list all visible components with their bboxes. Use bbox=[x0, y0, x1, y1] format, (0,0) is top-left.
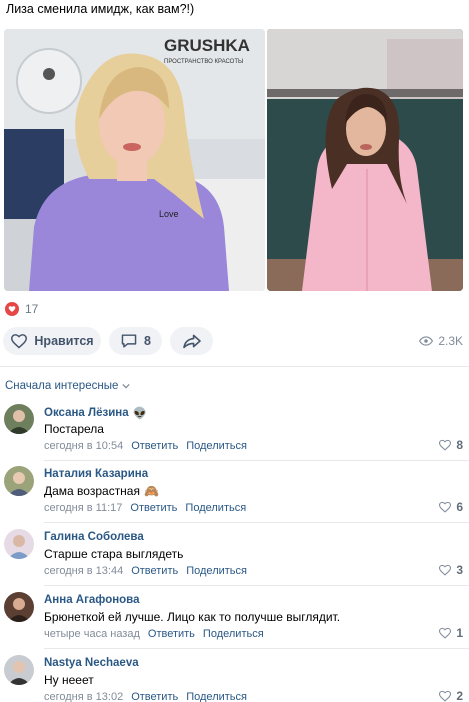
avatar[interactable] bbox=[4, 466, 34, 496]
monkey-emoji-icon: 🙈 bbox=[143, 484, 159, 498]
views-count: 2.3K bbox=[438, 334, 463, 348]
avatar[interactable] bbox=[4, 592, 34, 622]
alien-badge-icon: 👽 bbox=[132, 408, 147, 420]
post-text: Лиза сменила имидж, как вам?!) bbox=[6, 2, 195, 16]
reply-link[interactable]: Ответить bbox=[131, 565, 178, 577]
comment-item: Оксана Лёзина 👽 Постарела сегодня в 10:54… bbox=[0, 404, 469, 466]
comment-item: Галина Соболева Старше стара выглядеть с… bbox=[0, 529, 469, 591]
wall-sign: GRUSHKA bbox=[164, 36, 250, 55]
comment-like-button[interactable]: 6 bbox=[438, 500, 463, 514]
comment-like-count: 3 bbox=[456, 563, 463, 577]
wall-sign-sub: ПРОСТРАНСТВО КРАСОТЫ bbox=[164, 59, 243, 65]
comment-text: Дама возрастная 🙈 bbox=[44, 484, 159, 498]
comment-text: Ну нееет bbox=[44, 673, 94, 687]
reply-link[interactable]: Ответить bbox=[131, 691, 178, 702]
comment-text: Брюнеткой ей лучше. Лицо как то получше … bbox=[44, 610, 341, 624]
comment-meta: сегодня в 11:17 Ответить Поделиться bbox=[44, 502, 246, 514]
reactions-summary[interactable]: 17 bbox=[5, 302, 38, 316]
comments-sort-label: Сначала интересные bbox=[5, 380, 119, 392]
tshirt-print: Love bbox=[159, 209, 179, 219]
comment-author[interactable]: Nastya Nechaeva bbox=[44, 657, 139, 669]
share-button[interactable] bbox=[170, 327, 213, 355]
comment-like-count: 6 bbox=[456, 500, 463, 514]
share-link[interactable]: Поделиться bbox=[186, 691, 247, 702]
comment-author[interactable]: Наталия Казарина bbox=[44, 468, 148, 480]
comment-text: Постарела bbox=[44, 422, 104, 436]
post-photo-left[interactable]: Love GRUSHKA ПРОСТРАНСТВО КРАСОТЫ bbox=[4, 29, 265, 291]
share-link[interactable]: Поделиться bbox=[186, 565, 247, 577]
share-arrow-icon bbox=[182, 334, 201, 349]
comment-author[interactable]: Анна Агафонова bbox=[44, 594, 140, 606]
avatar[interactable] bbox=[4, 529, 34, 559]
comment-icon bbox=[121, 334, 137, 348]
heart-outline-icon bbox=[439, 690, 452, 702]
comment-author[interactable]: Оксана Лёзина 👽 bbox=[44, 406, 147, 420]
comment-like-button[interactable]: 2 bbox=[438, 689, 463, 702]
comment-item: Анна Агафонова Брюнеткой ей лучше. Лицо … bbox=[0, 592, 469, 654]
comment-like-button[interactable]: 1 bbox=[438, 626, 463, 640]
share-link[interactable]: Поделиться bbox=[203, 628, 264, 640]
divider bbox=[44, 648, 469, 649]
divider bbox=[44, 522, 469, 523]
photo-brunette-woman-pink-tracksuit bbox=[267, 29, 463, 291]
reply-link[interactable]: Ответить bbox=[131, 440, 178, 452]
divider bbox=[44, 460, 469, 461]
comment-item: Наталия Казарина Дама возрастная 🙈 сегодн… bbox=[0, 466, 469, 528]
reply-link[interactable]: Ответить bbox=[130, 502, 177, 514]
comment-meta: сегодня в 13:02 Ответить Поделиться bbox=[44, 691, 247, 702]
chevron-down-icon bbox=[122, 383, 130, 389]
comment-text: Старше стара выглядеть bbox=[44, 547, 184, 561]
photo-blonde-woman-purple-tshirt: Love GRUSHKA ПРОСТРАНСТВО КРАСОТЫ bbox=[4, 29, 265, 291]
comment-meta: сегодня в 10:54 Ответить Поделиться bbox=[44, 440, 247, 452]
share-link[interactable]: Поделиться bbox=[186, 440, 247, 452]
heart-outline-icon bbox=[439, 627, 452, 639]
comments-sort-dropdown[interactable]: Сначала интересные bbox=[5, 380, 130, 392]
avatar[interactable] bbox=[4, 404, 34, 434]
comment-item: Nastya Nechaeva Ну нееет сегодня в 13:02… bbox=[0, 655, 469, 702]
heart-outline-icon bbox=[439, 501, 452, 513]
comment-time[interactable]: сегодня в 10:54 bbox=[44, 440, 123, 452]
reactions-count: 17 bbox=[25, 302, 39, 316]
comment-time[interactable]: сегодня в 11:17 bbox=[44, 502, 122, 514]
comment-like-button[interactable]: 8 bbox=[438, 438, 463, 452]
comment-author[interactable]: Галина Соболева bbox=[44, 531, 144, 543]
post-photo-right[interactable] bbox=[267, 29, 463, 291]
eye-icon bbox=[419, 336, 434, 346]
reply-link[interactable]: Ответить bbox=[148, 628, 195, 640]
comment-like-button[interactable]: 3 bbox=[438, 563, 463, 577]
heart-outline-icon bbox=[439, 564, 452, 576]
comment-time[interactable]: сегодня в 13:02 bbox=[44, 691, 123, 702]
comment-time[interactable]: сегодня в 13:44 bbox=[44, 565, 123, 577]
comment-time[interactable]: четыре часа назад bbox=[44, 628, 140, 640]
like-button-label: Нравится bbox=[34, 334, 94, 348]
divider bbox=[44, 585, 469, 586]
comment-like-count: 2 bbox=[456, 689, 463, 702]
share-link[interactable]: Поделиться bbox=[185, 502, 246, 514]
comment-count: 8 bbox=[144, 334, 151, 348]
divider bbox=[0, 366, 469, 367]
heart-icon bbox=[5, 302, 19, 316]
comment-like-count: 1 bbox=[456, 626, 463, 640]
comment-meta: сегодня в 13:44 Ответить Поделиться bbox=[44, 565, 247, 577]
avatar[interactable] bbox=[4, 655, 34, 685]
comment-meta: четыре часа назад Ответить Поделиться bbox=[44, 628, 264, 640]
heart-outline-icon bbox=[11, 334, 28, 349]
views-counter: 2.3K bbox=[419, 334, 463, 348]
comment-like-count: 8 bbox=[456, 438, 463, 452]
heart-outline-icon bbox=[439, 439, 452, 451]
comment-button[interactable]: 8 bbox=[109, 327, 162, 355]
like-button[interactable]: Нравится bbox=[3, 327, 101, 355]
